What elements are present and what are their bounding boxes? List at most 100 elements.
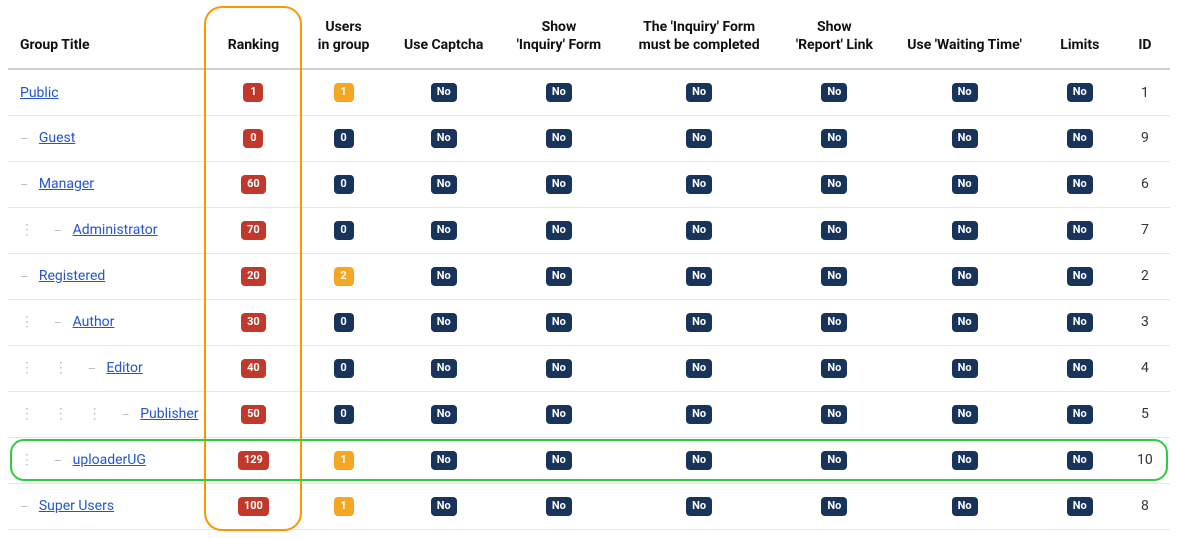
cell-inquiry_must-badge[interactable]: No <box>686 129 712 147</box>
cell-show_inquiry-badge[interactable]: No <box>546 175 572 193</box>
cell-use_waiting-badge[interactable]: No <box>952 83 978 101</box>
cell-limits-badge[interactable]: No <box>1067 267 1093 285</box>
cell-inquiry_must-badge[interactable]: No <box>686 313 712 331</box>
cell-ranking-badge[interactable]: 50 <box>241 405 266 423</box>
group-link[interactable]: Editor <box>106 360 142 376</box>
cell-use_waiting-badge[interactable]: No <box>952 405 978 423</box>
group-link[interactable]: Super Users <box>39 498 114 514</box>
cell-use_captcha-badge[interactable]: No <box>431 405 457 423</box>
cell-show_report-badge[interactable]: No <box>821 359 847 377</box>
group-link[interactable]: Registered <box>39 268 105 284</box>
cell-inquiry_must-badge[interactable]: No <box>686 451 712 469</box>
cell-users-badge[interactable]: 0 <box>334 129 354 147</box>
cell-limits-badge[interactable]: No <box>1067 83 1093 101</box>
cell-inquiry_must-badge[interactable]: No <box>686 267 712 285</box>
cell-show_inquiry-badge[interactable]: No <box>546 221 572 239</box>
col-header-show-report[interactable]: Show'Report' Link <box>779 8 889 69</box>
cell-inquiry_must-badge[interactable]: No <box>686 221 712 239</box>
cell-show_report-badge[interactable]: No <box>821 497 847 515</box>
col-header-users[interactable]: Usersin group <box>298 8 388 69</box>
group-link[interactable]: uploaderUG <box>73 452 146 468</box>
cell-users-badge[interactable]: 0 <box>334 359 354 377</box>
group-link[interactable]: Public <box>20 85 59 101</box>
group-link[interactable]: Publisher <box>140 406 198 422</box>
cell-show_inquiry-badge[interactable]: No <box>546 83 572 101</box>
cell-use_waiting-badge[interactable]: No <box>952 359 978 377</box>
cell-inquiry_must-badge[interactable]: No <box>686 497 712 515</box>
cell-ranking-badge[interactable]: 30 <box>241 313 266 331</box>
col-header-inquiry-must[interactable]: The 'Inquiry' Formmust be completed <box>619 8 779 69</box>
cell-show_report-badge[interactable]: No <box>821 221 847 239</box>
group-link[interactable]: Manager <box>39 176 94 192</box>
cell-use_waiting-badge[interactable]: No <box>952 267 978 285</box>
group-link[interactable]: Author <box>73 314 115 330</box>
cell-show_inquiry-badge[interactable]: No <box>546 267 572 285</box>
cell-show_report-badge[interactable]: No <box>821 129 847 147</box>
cell-use_captcha-badge[interactable]: No <box>431 221 457 239</box>
cell-limits-badge[interactable]: No <box>1067 359 1093 377</box>
cell-show_inquiry-badge[interactable]: No <box>546 451 572 469</box>
col-header-use-waiting[interactable]: Use 'Waiting Time' <box>889 8 1039 69</box>
group-link[interactable]: Administrator <box>73 222 158 238</box>
cell-use_waiting-badge[interactable]: No <box>952 497 978 515</box>
cell-inquiry_must-badge[interactable]: No <box>686 405 712 423</box>
cell-show_inquiry-badge[interactable]: No <box>546 129 572 147</box>
cell-ranking-badge[interactable]: 0 <box>243 129 263 147</box>
cell-use_captcha-badge[interactable]: No <box>431 129 457 147</box>
cell-show_inquiry-badge[interactable]: No <box>546 497 572 515</box>
cell-show_inquiry-badge[interactable]: No <box>546 359 572 377</box>
col-header-ranking[interactable]: Ranking <box>208 8 298 69</box>
cell-users-badge[interactable]: 0 <box>334 221 354 239</box>
col-header-limits[interactable]: Limits <box>1040 8 1120 69</box>
col-header-use-captcha[interactable]: Use Captcha <box>389 8 499 69</box>
cell-limits-badge[interactable]: No <box>1067 405 1093 423</box>
cell-use_captcha-badge[interactable]: No <box>431 451 457 469</box>
cell-show_report-badge[interactable]: No <box>821 83 847 101</box>
cell-users-badge[interactable]: 2 <box>334 267 354 285</box>
cell-use_waiting-badge[interactable]: No <box>952 129 978 147</box>
cell-limits-badge[interactable]: No <box>1067 129 1093 147</box>
cell-ranking-badge[interactable]: 20 <box>241 267 266 285</box>
cell-show_inquiry-badge[interactable]: No <box>546 405 572 423</box>
cell-inquiry_must-badge[interactable]: No <box>686 83 712 101</box>
cell-use_waiting-badge[interactable]: No <box>952 451 978 469</box>
group-link[interactable]: Guest <box>39 130 75 146</box>
cell-inquiry_must-badge[interactable]: No <box>686 359 712 377</box>
cell-limits-badge[interactable]: No <box>1067 497 1093 515</box>
cell-show_report-badge[interactable]: No <box>821 267 847 285</box>
cell-limits-badge[interactable]: No <box>1067 221 1093 239</box>
cell-limits-badge[interactable]: No <box>1067 313 1093 331</box>
col-header-show-inquiry[interactable]: Show'Inquiry' Form <box>499 8 619 69</box>
cell-ranking-badge[interactable]: 40 <box>241 359 266 377</box>
cell-limits-badge[interactable]: No <box>1067 175 1093 193</box>
cell-use_captcha-badge[interactable]: No <box>431 497 457 515</box>
cell-inquiry_must-badge[interactable]: No <box>686 175 712 193</box>
cell-ranking-badge[interactable]: 70 <box>241 221 266 239</box>
cell-use_captcha-badge[interactable]: No <box>431 359 457 377</box>
cell-use_captcha-badge[interactable]: No <box>431 175 457 193</box>
cell-users-badge[interactable]: 1 <box>334 451 354 469</box>
cell-use_captcha-badge[interactable]: No <box>431 267 457 285</box>
col-header-group-title[interactable]: Group Title <box>8 8 208 69</box>
cell-ranking-badge[interactable]: 60 <box>241 175 266 193</box>
cell-ranking-badge[interactable]: 129 <box>238 451 269 469</box>
col-header-id[interactable]: ID <box>1120 8 1170 69</box>
cell-show_inquiry-badge[interactable]: No <box>546 313 572 331</box>
cell-users-badge[interactable]: 0 <box>334 175 354 193</box>
cell-use_captcha-badge[interactable]: No <box>431 313 457 331</box>
cell-show_report-badge[interactable]: No <box>821 175 847 193</box>
cell-use_waiting-badge[interactable]: No <box>952 175 978 193</box>
cell-show_report-badge[interactable]: No <box>821 313 847 331</box>
cell-ranking-badge[interactable]: 100 <box>238 497 269 515</box>
cell-use_waiting-badge[interactable]: No <box>952 313 978 331</box>
cell-show_report-badge[interactable]: No <box>821 405 847 423</box>
cell-use_waiting-badge[interactable]: No <box>952 221 978 239</box>
cell-ranking-badge[interactable]: 1 <box>243 83 263 101</box>
cell-users-badge[interactable]: 0 <box>334 405 354 423</box>
cell-show_report-badge[interactable]: No <box>821 451 847 469</box>
cell-users-badge[interactable]: 1 <box>334 497 354 515</box>
cell-limits-badge[interactable]: No <box>1067 451 1093 469</box>
cell-users-badge[interactable]: 1 <box>334 83 354 101</box>
cell-use_captcha-badge[interactable]: No <box>431 83 457 101</box>
cell-users-badge[interactable]: 0 <box>334 313 354 331</box>
